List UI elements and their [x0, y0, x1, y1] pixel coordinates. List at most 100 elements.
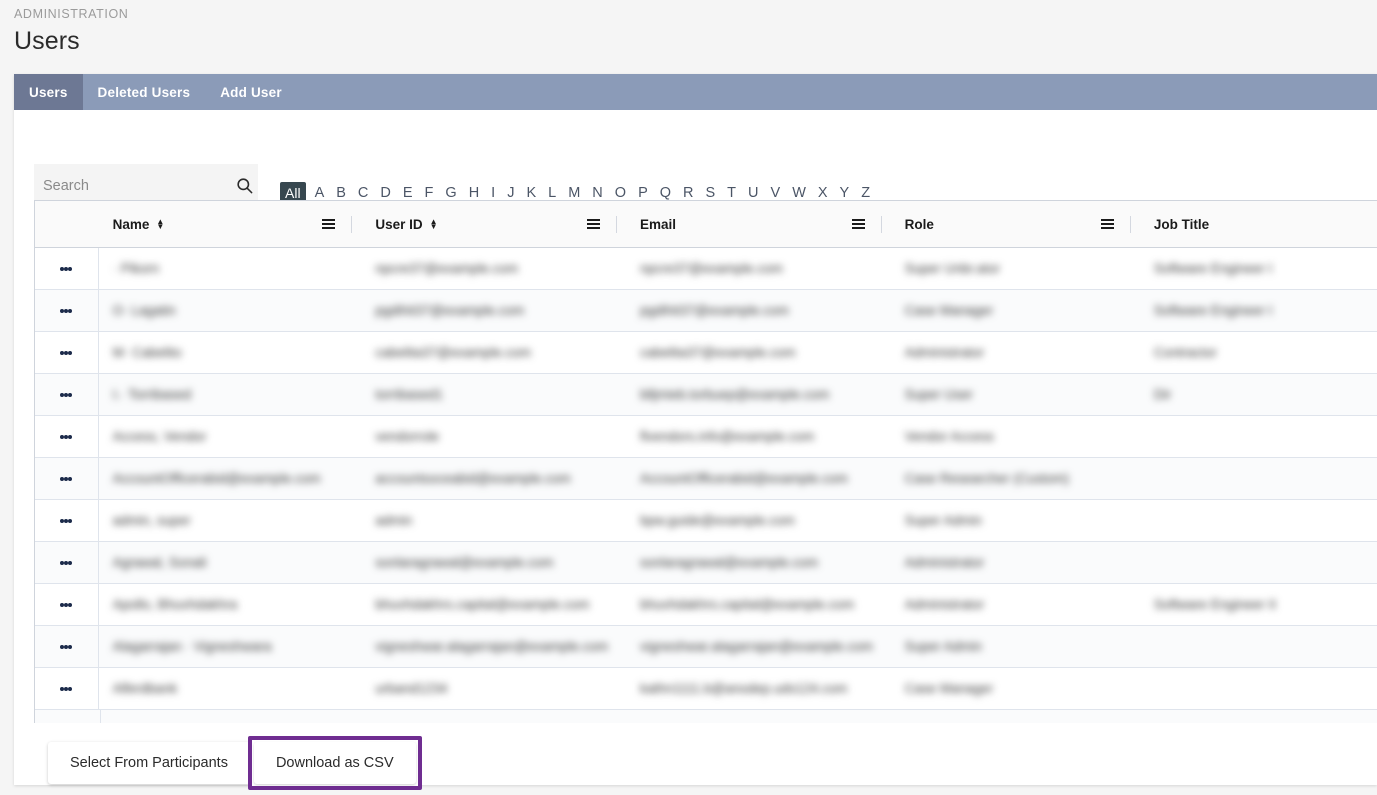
table-row[interactable]: · Pikorn npcre37@example.com npcre37@exa…	[35, 248, 1377, 290]
table-row[interactable]: admin, super admin bpw.guide@example.com…	[35, 500, 1377, 542]
row-actions-menu-icon[interactable]	[35, 500, 99, 541]
cell-user-id: bhuvhdakhrs.capital@example.com	[375, 597, 590, 612]
column-divider	[351, 216, 353, 233]
cell-job-title: Software Engineer II	[1153, 597, 1277, 612]
column-header-job-title[interactable]: Job Title	[1140, 201, 1377, 247]
column-menu-icon-name[interactable]	[322, 219, 336, 229]
cell-role: Administrator	[904, 555, 985, 570]
cell-name: · Pikorn	[112, 261, 160, 276]
cell-role: Administrator	[904, 597, 985, 612]
column-header-actions	[35, 201, 99, 247]
cell-role: Vendor Access	[904, 429, 994, 444]
cell-user-id: npcre37@example.com	[375, 261, 519, 276]
column-header-job-title-label: Job Title	[1153, 216, 1210, 232]
sort-toggle-user-id[interactable]: ▲ ▼	[429, 218, 438, 231]
table-row[interactable]: AccountOfficerabid@example.com accountso…	[35, 458, 1377, 500]
column-menu-icon-user-id[interactable]	[586, 219, 600, 229]
cell-name: O· Lagatin	[112, 303, 176, 318]
table-row[interactable]: M· Cabelito cabelita37@example.com cabel…	[35, 332, 1377, 374]
cell-user-id: vendorrole	[375, 429, 440, 444]
cell-role: Super User	[904, 387, 973, 402]
table-row-partial[interactable]	[35, 710, 1377, 723]
users-table: Name ▲ ▼ User ID ▲ ▼ Email Role Job Titl…	[34, 200, 1377, 723]
row-actions-menu-icon[interactable]	[35, 668, 99, 709]
cell-job-title	[1140, 668, 1377, 709]
download-csv-highlight: Download as CSV	[247, 736, 422, 790]
column-menu-icon-role[interactable]	[1100, 219, 1114, 229]
row-actions-menu-icon[interactable]	[35, 542, 99, 583]
column-menu-icon-email[interactable]	[851, 219, 865, 229]
tab-add-user[interactable]: Add User	[205, 74, 297, 110]
cell-name: M· Cabelito	[112, 345, 182, 360]
cell-email: bhuvhdakhrs.capital@example.com	[640, 597, 855, 612]
search-icon[interactable]	[230, 176, 258, 195]
sort-toggle-name[interactable]: ▲ ▼	[156, 218, 165, 231]
page-title: Users	[14, 27, 80, 55]
row-actions-menu-icon[interactable]	[35, 374, 99, 415]
column-header-user-id-label: User ID	[375, 216, 423, 232]
cell-user-id: torribased1	[375, 387, 443, 402]
footer-actions: Select From Participants Download as CSV	[48, 736, 422, 790]
tab-deleted-users[interactable]: Deleted Users	[83, 74, 206, 110]
cell-name: Apollo, Bhuvhdakhra	[112, 597, 238, 612]
row-actions-menu-icon[interactable]	[35, 416, 99, 457]
table-row[interactable]: Access, Vendor vendorrole flvendors.info…	[35, 416, 1377, 458]
column-header-email-label: Email	[639, 216, 677, 232]
sort-down-icon: ▼	[156, 222, 165, 231]
row-actions-menu-icon[interactable]	[35, 626, 99, 667]
table-header-row: Name ▲ ▼ User ID ▲ ▼ Email Role Job Titl…	[35, 201, 1377, 248]
row-actions-menu-icon[interactable]	[35, 290, 99, 331]
cell-role: Super Admin	[904, 513, 982, 528]
row-actions-menu-icon[interactable]	[35, 248, 99, 289]
search-input[interactable]	[34, 177, 230, 194]
download-as-csv-button[interactable]: Download as CSV	[253, 742, 416, 784]
table-row[interactable]: O· Lagatin pgdihit37@example.com pgdihit…	[35, 290, 1377, 332]
row-actions-menu-icon[interactable]	[35, 584, 99, 625]
sort-down-icon: ▼	[429, 222, 438, 231]
column-header-email[interactable]: Email	[626, 201, 891, 247]
cell-role: Administrator	[904, 345, 985, 360]
cell-role: Case Researcher (Custom)	[904, 471, 1069, 486]
table-row[interactable]: Alferdbank urband1234 kathn1111.b@anodep…	[35, 668, 1377, 710]
column-divider	[880, 216, 882, 233]
table-row[interactable]: Agrawal, Sonali sonlaragrawal@example.co…	[35, 542, 1377, 584]
cell-email: vigneshwar.alagarrajan@example.com	[640, 639, 873, 654]
cell-role: Case Manager	[904, 303, 994, 318]
column-header-role[interactable]: Role	[891, 201, 1140, 247]
cell-name: Agrawal, Sonali	[112, 555, 207, 570]
select-from-participants-button[interactable]: Select From Participants	[48, 742, 250, 784]
cell-job-title: Dir	[1153, 387, 1172, 402]
cell-email: AccountOfficerabid@example.com	[640, 471, 848, 486]
cell-job-title: Software Engineer I	[1153, 261, 1273, 276]
table-row[interactable]: Alagarrajan · Vigneshwara vigneshwar.ala…	[35, 626, 1377, 668]
cell-job-title	[1140, 500, 1377, 541]
cell-user-id: sonlaragrawal@example.com	[375, 555, 554, 570]
column-header-user-id[interactable]: User ID ▲ ▼	[361, 201, 626, 247]
cell-name: Alferdbank	[112, 681, 178, 696]
column-divider	[615, 216, 617, 233]
tab-bar: Users Deleted Users Add User	[14, 74, 1377, 110]
cell-user-id: pgdihit37@example.com	[375, 303, 525, 318]
cell-user-id: urband1234	[375, 681, 448, 696]
row-actions-menu-icon[interactable]	[35, 458, 99, 499]
cell-email: cabelita37@example.com	[640, 345, 796, 360]
toolbar: All A B C D E F G H I J K L M N O P Q R …	[14, 110, 1377, 208]
cell-user-id: vigneshwar.alagarrajan@example.com	[375, 639, 609, 654]
row-actions-menu-icon[interactable]	[35, 332, 99, 373]
column-header-name[interactable]: Name ▲ ▼	[99, 201, 362, 247]
column-divider	[1129, 216, 1131, 233]
cell-email: blljmieb.torbuep@example.com	[640, 387, 830, 402]
breadcrumb: ADMINISTRATION	[14, 7, 129, 21]
row-actions-menu-icon[interactable]	[35, 710, 101, 723]
cell-email: kathn1111.b@anodep.uds124.com	[640, 681, 848, 696]
cell-user-id: accountsoceabid@example.com	[375, 471, 571, 486]
cell-job-title	[1140, 542, 1377, 583]
cell-name: I.· Torribased	[112, 387, 192, 402]
table-row[interactable]: I.· Torribased torribased1 blljmieb.torb…	[35, 374, 1377, 416]
tab-users[interactable]: Users	[14, 74, 83, 110]
cell-email: flvendors.info@example.com	[640, 429, 815, 444]
cell-name: Alagarrajan · Vigneshwara	[112, 639, 272, 654]
cell-job-title: Software Engineer I	[1153, 303, 1273, 318]
cell-email: npcre37@example.com	[640, 261, 783, 276]
table-row[interactable]: Apollo, Bhuvhdakhra bhuvhdakhrs.capital@…	[35, 584, 1377, 626]
